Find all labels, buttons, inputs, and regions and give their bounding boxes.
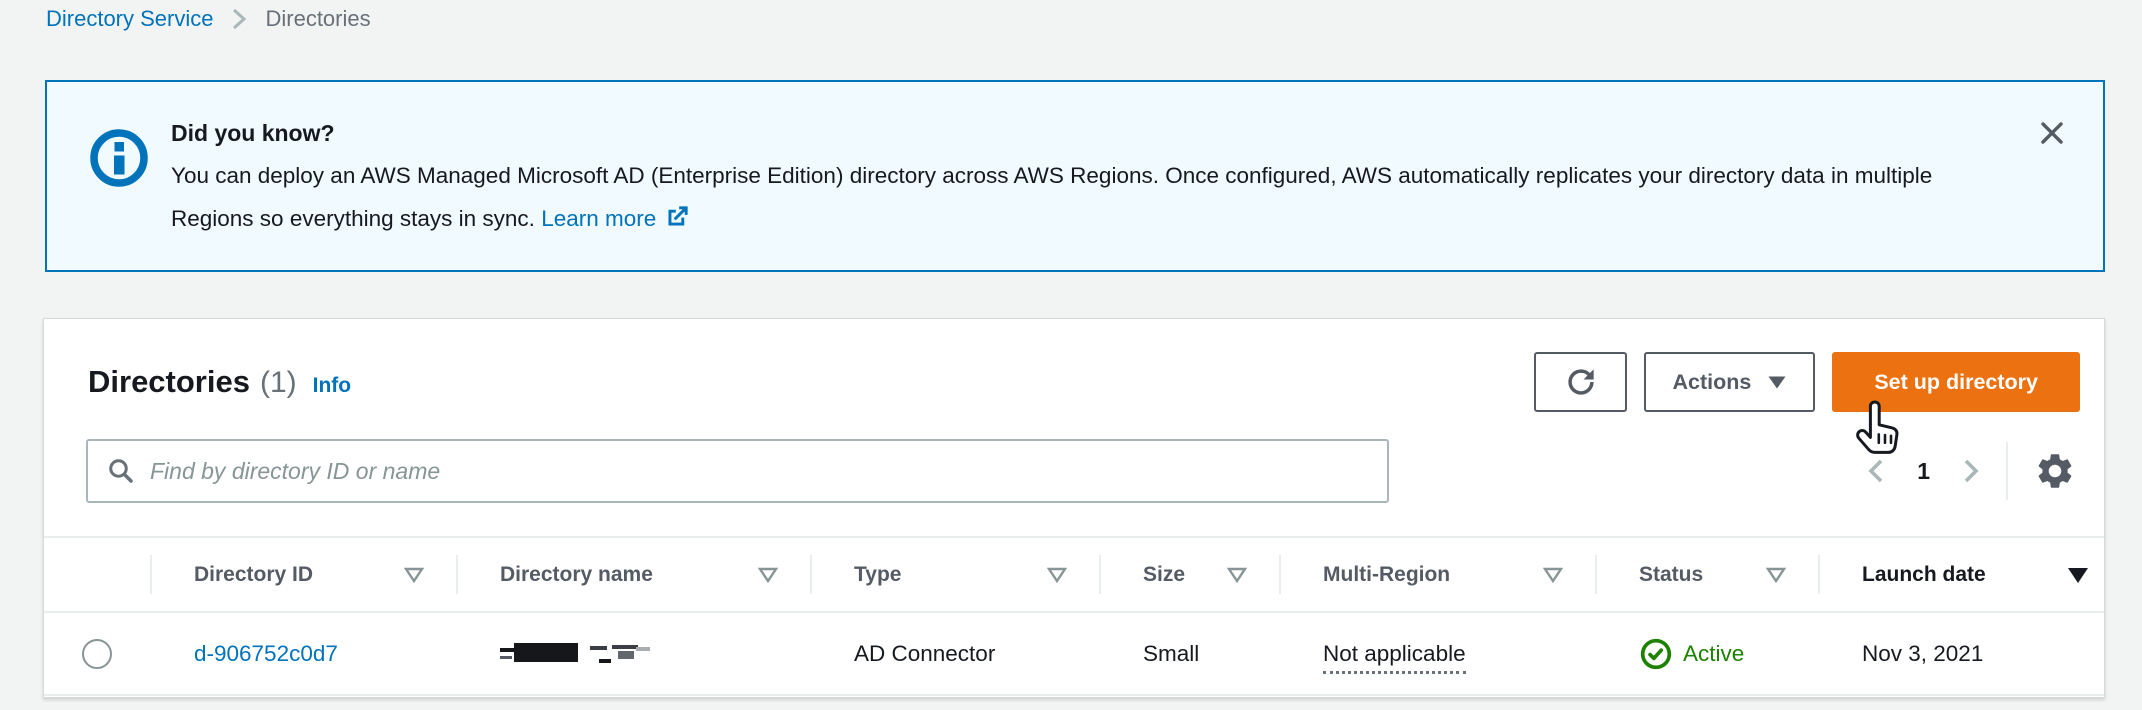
sort-desc-icon [2066,566,2090,584]
search-row: 1 [44,415,2104,503]
sort-icon [1227,567,1247,583]
setup-directory-button[interactable]: Set up directory [1832,352,2080,412]
directories-panel: Directories (1) Info Actions Set up dire… [43,318,2105,698]
gear-icon [2034,450,2076,492]
banner-text: Did you know? You can deploy an AWS Mana… [171,108,1993,240]
pagination-divider [2006,442,2008,500]
prev-page-button[interactable] [1855,448,1897,494]
refresh-button[interactable] [1534,352,1627,412]
sort-icon [1766,567,1786,583]
search-icon [106,456,136,486]
column-header-directory-name[interactable]: Directory name [456,537,810,612]
banner-body-text: You can deploy an AWS Managed Microsoft … [171,163,1932,231]
sort-icon [758,567,778,583]
actions-button-label: Actions [1672,370,1751,395]
column-header-type[interactable]: Type [810,537,1099,612]
refresh-icon [1562,363,1600,401]
column-header-launch-date[interactable]: Launch date [1818,537,2104,612]
info-banner: Did you know? You can deploy an AWS Mana… [45,80,2105,272]
breadcrumb-chevron-icon [229,6,249,32]
panel-header: Directories (1) Info Actions Set up dire… [44,319,2104,415]
multi-region-value[interactable]: Not applicable [1323,641,1466,674]
column-header-status[interactable]: Status [1595,537,1818,612]
column-header-directory-id[interactable]: Directory ID [150,537,456,612]
close-icon[interactable] [2035,116,2069,150]
row-radio[interactable] [82,639,112,669]
caret-down-icon [1767,375,1787,390]
sort-icon [404,567,424,583]
directory-id-link[interactable]: d-906752c0d7 [194,641,338,666]
type-cell: AD Connector [810,612,1099,695]
directory-id-cell: d-906752c0d7 [150,612,456,695]
multi-region-cell: Not applicable [1279,612,1595,695]
directory-name-cell [456,612,810,695]
column-header-size[interactable]: Size [1099,537,1279,612]
panel-title-group: Directories (1) Info [88,364,351,400]
chevron-right-icon [1958,456,1984,486]
pagination: 1 [1855,442,2084,500]
panel-actions: Actions Set up directory [1534,352,2080,412]
table-header-row: Directory ID Directory name Type Size Mu… [44,537,2104,612]
learn-more-link[interactable]: Learn more [541,206,691,231]
current-page[interactable]: 1 [1897,458,1950,485]
panel-count: (1) [260,366,297,400]
directories-table: Directory ID Directory name Type Size Mu… [44,536,2104,696]
breadcrumb: Directory Service Directories [46,6,371,32]
select-all-header [44,537,150,612]
size-cell: Small [1099,612,1279,695]
banner-body: You can deploy an AWS Managed Microsoft … [171,154,1993,240]
table-row[interactable]: d-906752c0d7 AD Connector Small Not appl… [44,612,2104,695]
settings-button[interactable] [2026,442,2084,500]
info-link[interactable]: Info [313,374,351,398]
launch-date-cell: Nov 3, 2021 [1818,612,2104,695]
search-input-wrapper [86,439,1389,503]
panel-title: Directories [88,364,250,400]
status-cell: Active [1595,612,1818,695]
search-input[interactable] [150,458,1369,485]
chevron-left-icon [1863,456,1889,486]
next-page-button[interactable] [1950,448,1992,494]
breadcrumb-current: Directories [265,6,370,32]
status-label: Active [1683,641,1744,667]
info-icon [87,126,151,190]
status-active-icon [1639,637,1673,671]
banner-title: Did you know? [171,116,1993,150]
sort-icon [1543,567,1563,583]
external-link-icon [664,203,691,230]
column-header-multi-region[interactable]: Multi-Region [1279,537,1595,612]
actions-button[interactable]: Actions [1644,352,1815,412]
breadcrumb-link-directory-service[interactable]: Directory Service [46,6,213,32]
row-select-cell [44,612,150,695]
sort-icon [1047,567,1067,583]
redacted-directory-name [500,637,652,671]
